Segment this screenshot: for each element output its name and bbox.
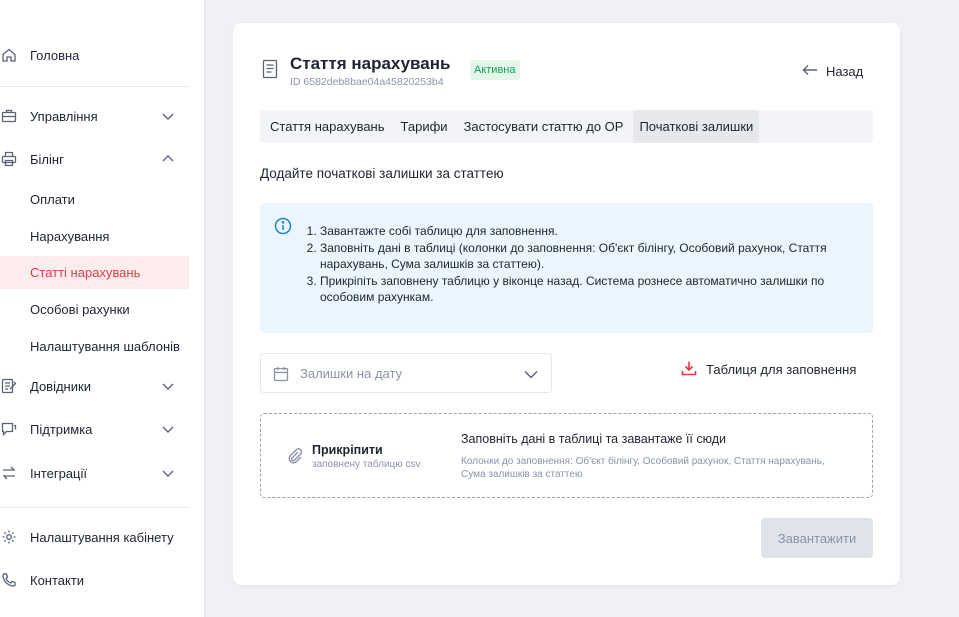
upload-button[interactable]: Завантажити bbox=[761, 518, 873, 558]
sidebar-item-label: Довідники bbox=[30, 378, 91, 394]
tab-initial-balances[interactable]: Початкові залишки bbox=[633, 110, 760, 143]
tab-tariffs[interactable]: Тарифи bbox=[395, 110, 454, 143]
sidebar-subitem-template-settings[interactable]: Налаштування шаблонів bbox=[0, 330, 189, 363]
sidebar-item-label: Контакти bbox=[30, 572, 85, 588]
record-id: ID 6582deb8bae04a45820253b4 bbox=[290, 76, 444, 88]
info-step: Заповніть дані в таблиці (колонки до зап… bbox=[320, 240, 860, 273]
sidebar-item-home[interactable]: Головна bbox=[0, 38, 189, 72]
book-icon bbox=[0, 377, 18, 395]
page-title: Стаття нарахувань bbox=[290, 54, 451, 73]
briefcase-icon bbox=[0, 107, 18, 125]
sidebar-subitem-personal-accounts[interactable]: Особові рахунки bbox=[0, 293, 189, 326]
sidebar-item-cabinet-settings[interactable]: Налаштування кабінету bbox=[0, 520, 189, 554]
download-template-label: Таблиця для заповнення bbox=[706, 362, 857, 377]
arrows-exchange-icon bbox=[0, 464, 18, 482]
support-chat-icon bbox=[0, 420, 18, 438]
sidebar-subitem-label: Статті нарахувань bbox=[30, 265, 141, 280]
info-step: Прикріпіть заповнену таблицю у віконце н… bbox=[320, 273, 860, 306]
chevron-up-icon bbox=[160, 151, 176, 167]
sidebar-item-label: Управління bbox=[30, 108, 98, 124]
info-icon bbox=[274, 217, 292, 235]
date-select-placeholder: Залишки на дату bbox=[300, 366, 403, 381]
sidebar-item-label: Інтеграції bbox=[30, 465, 87, 481]
main-card: Стаття нарахувань Активна ID 6582deb8bae… bbox=[233, 23, 900, 585]
info-box: Завантажте собі таблицю для заповнення. … bbox=[260, 203, 873, 333]
sidebar-item-directories[interactable]: Довідники bbox=[0, 369, 189, 403]
home-icon bbox=[0, 46, 18, 64]
attach-label: Прикріпити bbox=[312, 443, 383, 457]
arrow-left-icon bbox=[802, 64, 818, 79]
tab-apply-to-accounts[interactable]: Застосувати статтю до ОР bbox=[458, 110, 630, 143]
sidebar-subitem-label: Налаштування шаблонів bbox=[30, 339, 180, 354]
back-button[interactable]: Назад bbox=[802, 61, 863, 81]
download-template-link[interactable]: Таблиця для заповнення bbox=[681, 360, 856, 379]
sidebar-item-label: Головна bbox=[30, 47, 80, 63]
sidebar-subitem-payments[interactable]: Оплати bbox=[0, 183, 189, 216]
back-label: Назад bbox=[826, 63, 864, 79]
sidebar-item-label: Підтримка bbox=[30, 421, 93, 437]
sidebar-item-support[interactable]: Підтримка bbox=[0, 412, 189, 446]
sidebar-subitem-accruals[interactable]: Нарахування bbox=[0, 220, 189, 253]
sidebar-subitem-label: Особові рахунки bbox=[30, 302, 130, 317]
tab-accrual-article[interactable]: Стаття нарахувань bbox=[264, 110, 391, 143]
phone-icon bbox=[0, 571, 18, 589]
divider bbox=[0, 86, 189, 87]
status-badge: Активна bbox=[470, 60, 520, 80]
download-icon bbox=[681, 360, 697, 379]
chevron-down-icon bbox=[160, 465, 176, 481]
sidebar-subitem-accrual-articles[interactable]: Статті нарахувань bbox=[0, 256, 189, 289]
dropzone-columns-hint: Колонки до заповнення: Об'єкт білінгу, О… bbox=[461, 456, 825, 480]
attach-sublabel: заповнену таблицю csv bbox=[312, 459, 421, 470]
chevron-down-icon bbox=[523, 366, 539, 382]
info-step: Завантажте собі таблицю для заповнення. bbox=[320, 223, 860, 240]
printer-icon bbox=[0, 150, 18, 168]
divider bbox=[0, 507, 189, 508]
info-steps: Завантажте собі таблицю для заповнення. … bbox=[320, 223, 860, 306]
sidebar-item-label: Білінг bbox=[30, 151, 64, 167]
calendar-icon bbox=[273, 366, 289, 382]
chevron-down-icon bbox=[160, 378, 176, 394]
file-dropzone[interactable]: Прикріпити заповнену таблицю csv Заповні… bbox=[260, 413, 873, 498]
tab-bar: Стаття нарахувань Тарифи Застосувати ста… bbox=[260, 110, 873, 143]
document-icon bbox=[262, 59, 278, 79]
dropzone-title: Заповніть дані в таблиці та завантаже її… bbox=[461, 432, 727, 446]
sidebar-item-billing[interactable]: Білінг bbox=[0, 142, 189, 176]
chevron-down-icon bbox=[160, 421, 176, 437]
gear-icon bbox=[0, 528, 18, 546]
sidebar-item-label: Налаштування кабінету bbox=[30, 529, 174, 545]
sidebar-subitem-label: Нарахування bbox=[30, 229, 110, 244]
sidebar-item-contacts[interactable]: Контакти bbox=[0, 563, 189, 597]
sidebar-item-integrations[interactable]: Інтеграції bbox=[0, 456, 189, 490]
paperclip-icon bbox=[286, 447, 304, 465]
sidebar-item-management[interactable]: Управління bbox=[0, 99, 189, 133]
sidebar-subitem-label: Оплати bbox=[30, 192, 75, 207]
section-title: Додайте початкові залишки за статтею bbox=[260, 166, 504, 181]
chevron-down-icon bbox=[160, 108, 176, 124]
sidebar: Головна Управління Білінг Оплати Нарахув… bbox=[0, 0, 205, 617]
balance-date-select[interactable]: Залишки на дату bbox=[260, 353, 552, 393]
